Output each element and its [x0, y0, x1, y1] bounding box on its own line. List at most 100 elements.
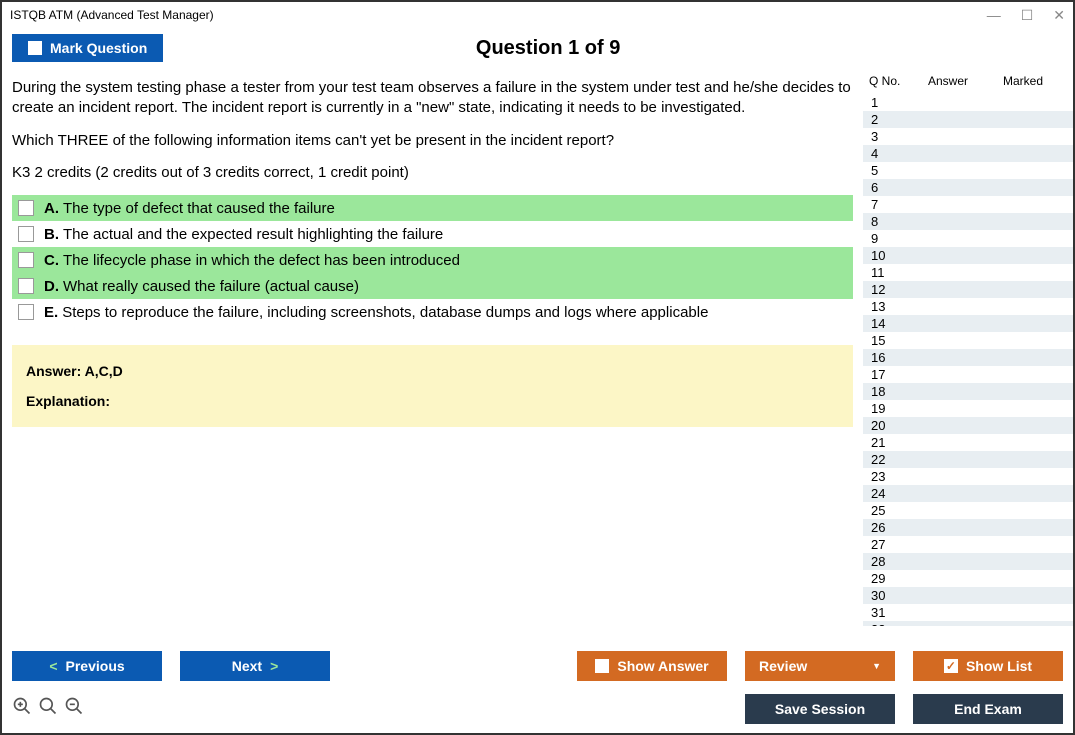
option-letter: C. [44, 252, 59, 269]
grid-row[interactable]: 29 [863, 570, 1073, 587]
grid-cell-qno: 12 [863, 282, 909, 297]
grid-cell-qno: 4 [863, 146, 909, 161]
save-session-button[interactable]: Save Session [745, 694, 895, 724]
option-letter: E. [44, 304, 58, 321]
checkbox[interactable] [18, 252, 34, 268]
option-text: The type of defect that caused the failu… [63, 200, 335, 217]
show-answer-label: Show Answer [617, 658, 708, 674]
grid-row[interactable]: 11 [863, 264, 1073, 281]
grid-header-answer: Answer [909, 74, 987, 88]
grid-cell-qno: 16 [863, 350, 909, 365]
answer-box: Answer: A,C,D Explanation: [12, 345, 853, 427]
chevron-left-icon: < [49, 658, 57, 674]
option-text: The actual and the expected result highl… [63, 226, 443, 243]
question-counter: Question 1 of 9 [163, 37, 933, 60]
checkbox[interactable] [18, 304, 34, 320]
title-bar: ISTQB ATM (Advanced Test Manager) — ☐ ✕ [2, 2, 1073, 28]
mark-question-button[interactable]: Mark Question [12, 34, 163, 62]
grid-row[interactable]: 17 [863, 366, 1073, 383]
grid-cell-qno: 26 [863, 520, 909, 535]
grid-cell-qno: 20 [863, 418, 909, 433]
checkbox[interactable] [18, 278, 34, 294]
zoom-out-icon[interactable] [64, 696, 84, 722]
grid-cell-qno: 17 [863, 367, 909, 382]
grid-row[interactable]: 30 [863, 587, 1073, 604]
save-session-label: Save Session [775, 701, 865, 717]
grid-header: Q No. Answer Marked [863, 68, 1073, 94]
grid-row[interactable]: 13 [863, 298, 1073, 315]
option-letter: A. [44, 200, 59, 217]
grid-row[interactable]: 5 [863, 162, 1073, 179]
checkbox[interactable] [18, 200, 34, 216]
grid-row[interactable]: 14 [863, 315, 1073, 332]
previous-button[interactable]: < Previous [12, 651, 162, 681]
grid-cell-qno: 29 [863, 571, 909, 586]
grid-row[interactable]: 21 [863, 434, 1073, 451]
window-controls: — ☐ ✕ [987, 7, 1065, 24]
grid-row[interactable]: 18 [863, 383, 1073, 400]
zoom-reset-icon[interactable] [38, 696, 58, 722]
option-row[interactable]: A. The type of defect that caused the fa… [12, 195, 853, 221]
grid-cell-qno: 19 [863, 401, 909, 416]
grid-row[interactable]: 22 [863, 451, 1073, 468]
grid-cell-qno: 30 [863, 588, 909, 603]
zoom-in-icon[interactable] [12, 696, 32, 722]
header-row: Mark Question Question 1 of 9 [2, 28, 1073, 68]
footer-bar: Save Session End Exam [2, 689, 1073, 729]
grid-row[interactable]: 4 [863, 145, 1073, 162]
grid-row[interactable]: 9 [863, 230, 1073, 247]
chevron-right-icon: > [270, 658, 278, 674]
review-button[interactable]: Review ▼ [745, 651, 895, 681]
grid-row[interactable]: 8 [863, 213, 1073, 230]
answer-label: Answer: A,C,D [26, 363, 839, 379]
option-row[interactable]: D. What really caused the failure (actua… [12, 273, 853, 299]
grid-row[interactable]: 26 [863, 519, 1073, 536]
explanation-label: Explanation: [26, 393, 839, 409]
grid-row[interactable]: 12 [863, 281, 1073, 298]
grid-row[interactable]: 28 [863, 553, 1073, 570]
grid-row[interactable]: 3 [863, 128, 1073, 145]
grid-row[interactable]: 15 [863, 332, 1073, 349]
grid-cell-qno: 10 [863, 248, 909, 263]
option-row[interactable]: E. Steps to reproduce the failure, inclu… [12, 299, 853, 325]
option-row[interactable]: C. The lifecycle phase in which the defe… [12, 247, 853, 273]
grid-cell-qno: 6 [863, 180, 909, 195]
grid-row[interactable]: 31 [863, 604, 1073, 621]
option-row[interactable]: B. The actual and the expected result hi… [12, 221, 853, 247]
option-letter: D. [44, 278, 59, 295]
grid-row[interactable]: 20 [863, 417, 1073, 434]
option-text: Steps to reproduce the failure, includin… [62, 304, 708, 321]
grid-row[interactable]: 6 [863, 179, 1073, 196]
question-paragraph-3: K3 2 credits (2 credits out of 3 credits… [12, 163, 853, 183]
grid-cell-qno: 32 [863, 622, 909, 626]
grid-cell-qno: 23 [863, 469, 909, 484]
grid-row[interactable]: 16 [863, 349, 1073, 366]
grid-row[interactable]: 24 [863, 485, 1073, 502]
question-panel: During the system testing phase a tester… [2, 68, 863, 626]
show-list-button[interactable]: ✓ Show List [913, 651, 1063, 681]
option-text: The lifecycle phase in which the defect … [63, 252, 460, 269]
grid-row[interactable]: 27 [863, 536, 1073, 553]
grid-row[interactable]: 7 [863, 196, 1073, 213]
grid-row[interactable]: 25 [863, 502, 1073, 519]
close-icon[interactable]: ✕ [1053, 7, 1065, 24]
next-button[interactable]: Next > [180, 651, 330, 681]
minimize-icon[interactable]: — [987, 7, 1001, 24]
grid-cell-qno: 25 [863, 503, 909, 518]
checkbox[interactable] [18, 226, 34, 242]
grid-row[interactable]: 2 [863, 111, 1073, 128]
grid-row[interactable]: 1 [863, 94, 1073, 111]
maximize-icon[interactable]: ☐ [1021, 7, 1034, 24]
triangle-down-icon: ▼ [872, 661, 881, 671]
options-list: A. The type of defect that caused the fa… [12, 195, 853, 325]
nav-bar: < Previous Next > Show Answer Review ▼ ✓… [2, 645, 1073, 687]
grid-row[interactable]: 32 [863, 621, 1073, 626]
grid-body[interactable]: 1234567891011121314151617181920212223242… [863, 94, 1073, 626]
option-text: What really caused the failure (actual c… [63, 278, 359, 295]
show-answer-button[interactable]: Show Answer [577, 651, 727, 681]
grid-row[interactable]: 23 [863, 468, 1073, 485]
end-exam-button[interactable]: End Exam [913, 694, 1063, 724]
grid-row[interactable]: 10 [863, 247, 1073, 264]
grid-row[interactable]: 19 [863, 400, 1073, 417]
grid-cell-qno: 5 [863, 163, 909, 178]
